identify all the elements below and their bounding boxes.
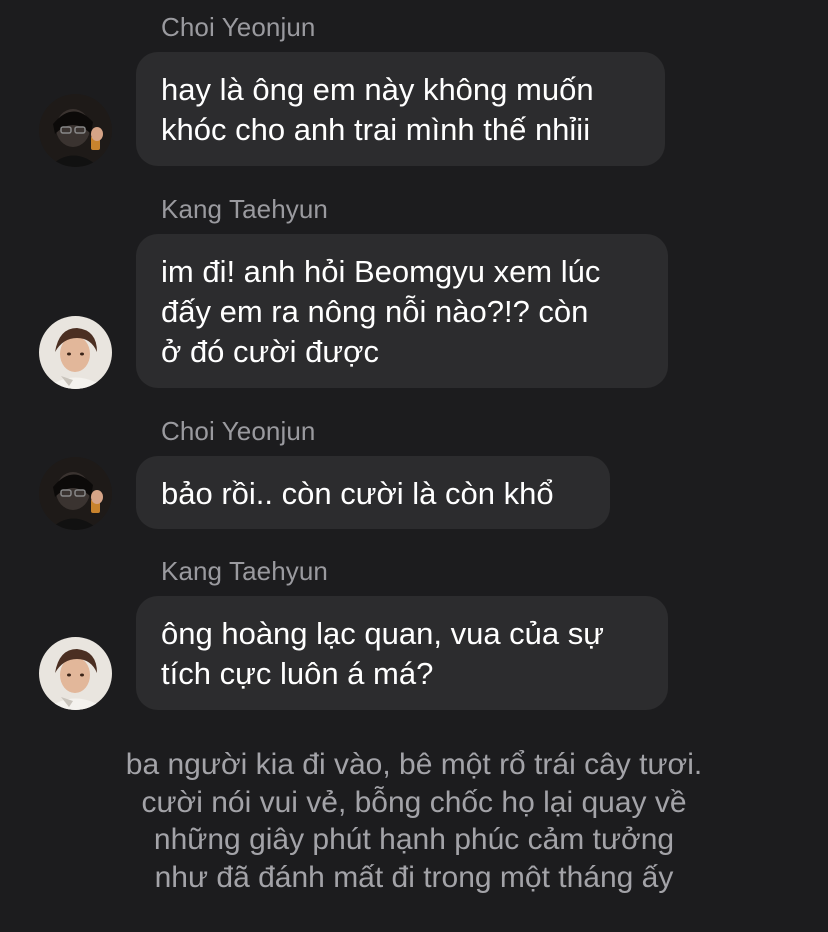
user-photo-icon (39, 637, 112, 710)
user-photo-icon (39, 457, 112, 530)
narration-line: như đã đánh mất đi trong một tháng ấy (154, 860, 674, 894)
narration-line: ba người kia đi vào, bê một rổ trái cây … (125, 748, 703, 781)
avatar[interactable] (39, 94, 112, 167)
narration-line: những giây phút hạnh phúc cảm tưởng (153, 823, 675, 856)
message-line: ở đó cười được (161, 334, 379, 369)
message-bubble[interactable]: bảo rồi.. còn cười là còn khổ (136, 456, 610, 529)
user-photo-icon (39, 316, 112, 389)
narration-line: cười nói vui vẻ, bỗng chốc họ lại quay v… (141, 785, 687, 819)
message-line: bảo rồi.. còn cười là còn khổ (161, 476, 554, 511)
message-bubble[interactable]: hay là ông em này không muốn khóc cho an… (136, 52, 665, 166)
message-line: ông hoàng lạc quan, vua của sự (161, 616, 605, 651)
message-line: tích cực luôn á má? (161, 656, 434, 691)
message-line: hay là ông em này không muốn (161, 72, 594, 107)
sender-name: Choi Yeonjun (161, 416, 316, 446)
avatar[interactable] (39, 316, 112, 389)
sender-name: Kang Taehyun (161, 194, 328, 224)
avatar[interactable] (39, 637, 112, 710)
sender-name: Kang Taehyun (161, 556, 328, 586)
message-line: đấy em ra nông nỗi nào?!? còn (161, 294, 589, 329)
narration-text: ba người kia đi vào, bê một rổ trái cây … (60, 746, 768, 896)
chat-view: Choi Yeonjun hay là ông em này không muố… (0, 0, 828, 932)
message-line: im đi! anh hỏi Beomgyu xem lúc (161, 254, 601, 289)
message-line: khóc cho anh trai mình thế nhỉii (161, 112, 591, 147)
user-photo-icon (39, 94, 112, 167)
message-bubble[interactable]: ông hoàng lạc quan, vua của sự tích cực … (136, 596, 668, 710)
avatar[interactable] (39, 457, 112, 530)
sender-name: Choi Yeonjun (161, 12, 316, 42)
message-bubble[interactable]: im đi! anh hỏi Beomgyu xem lúc đấy em ra… (136, 234, 668, 388)
